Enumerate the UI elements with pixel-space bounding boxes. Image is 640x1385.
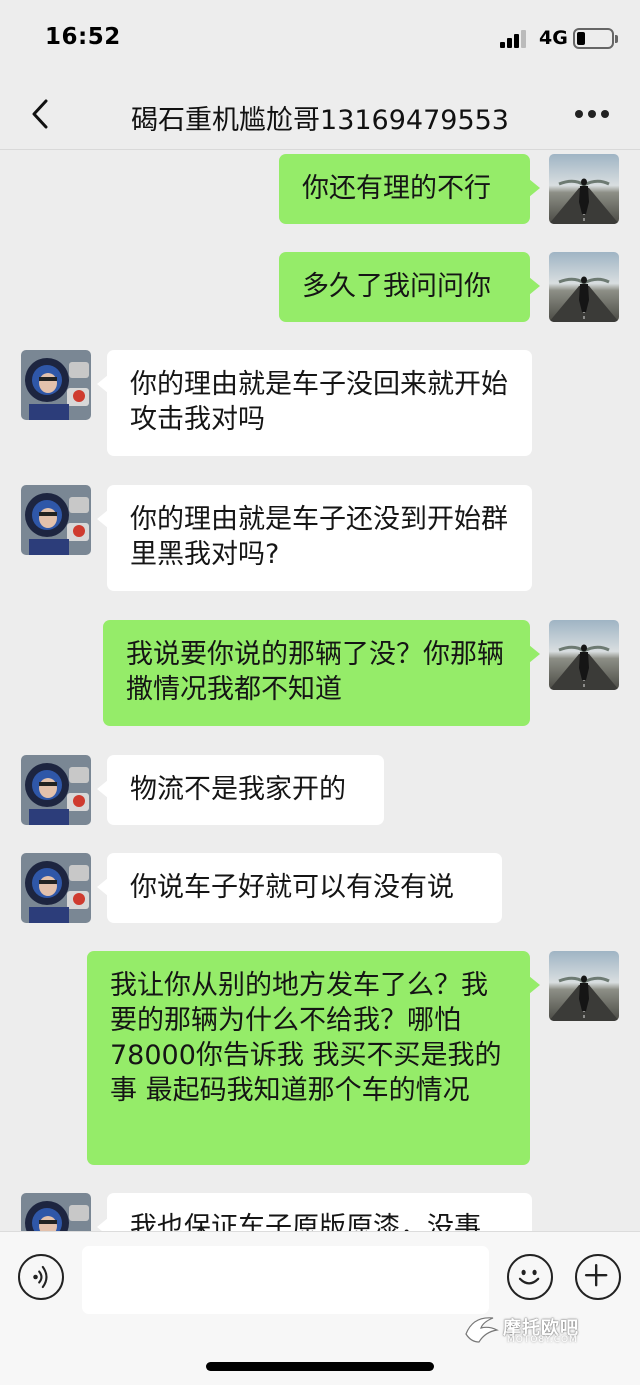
message-list[interactable]: 你还有理的不行 多久了我问问你 你的理由就是车子没回来就开始攻击我对吗 你的理由…	[0, 151, 640, 1231]
watermark-sub: MOTO8Y.COM	[507, 1335, 578, 1345]
avatar-contact[interactable]	[21, 485, 91, 555]
plus-icon[interactable]	[575, 1254, 621, 1300]
watermark-logo: 摩托欧吧 MOTO8Y.COM	[463, 1310, 593, 1350]
chat-header: 碣石重机尴尬哥13169479553	[0, 80, 640, 150]
battery-icon	[573, 28, 618, 49]
more-dots-icon[interactable]	[575, 110, 611, 120]
signal-icon	[500, 30, 530, 48]
message-bubble-mine[interactable]: 多久了我问问你	[279, 252, 540, 322]
message-bubble-mine[interactable]: 你还有理的不行	[279, 154, 540, 224]
voice-icon[interactable]	[18, 1254, 64, 1300]
avatar-contact[interactable]	[21, 853, 91, 923]
avatar-mine[interactable]	[549, 154, 619, 224]
avatar-contact[interactable]	[21, 350, 91, 420]
chat-screen: 16:52 4G 碣石重机尴尬哥13169479553 你还有理的不行 多久了我…	[0, 0, 640, 1385]
avatar-contact[interactable]	[21, 755, 91, 825]
status-time: 16:52	[45, 24, 121, 50]
avatar-mine[interactable]	[549, 252, 619, 322]
status-bar: 16:52 4G	[0, 0, 640, 80]
message-bubble-contact[interactable]: 你说车子好就可以有没有说	[97, 853, 502, 923]
message-bubble-mine[interactable]: 我说要你说的那辆了没？你那辆撒情况我都不知道	[103, 620, 540, 726]
emoji-icon[interactable]	[507, 1254, 553, 1300]
motorcycle-logo-icon	[465, 1317, 499, 1343]
message-bubble-contact[interactable]: 你的理由就是车子没回来就开始攻击我对吗	[97, 350, 532, 456]
message-bubble-contact[interactable]: 你的理由就是车子还没到开始群里黑我对吗?	[97, 485, 532, 591]
input-bar: 摩托欧吧 MOTO8Y.COM	[0, 1231, 640, 1385]
avatar-mine[interactable]	[549, 951, 619, 1021]
avatar-mine[interactable]	[549, 620, 619, 690]
message-bubble-contact[interactable]: 物流不是我家开的	[97, 755, 384, 825]
home-indicator[interactable]	[206, 1362, 434, 1371]
message-bubble-mine[interactable]: 我让你从别的地方发车了么？我要的那辆为什么不给我？哪怕78000你告诉我 我买不…	[87, 951, 540, 1165]
message-input[interactable]	[82, 1246, 489, 1314]
avatar-contact[interactable]	[21, 1193, 91, 1231]
network-type: 4G	[539, 27, 568, 49]
message-bubble-contact[interactable]: 我也保证车子原版原漆，没事	[97, 1193, 532, 1231]
chat-title: 碣石重机尴尬哥13169479553	[131, 105, 509, 136]
